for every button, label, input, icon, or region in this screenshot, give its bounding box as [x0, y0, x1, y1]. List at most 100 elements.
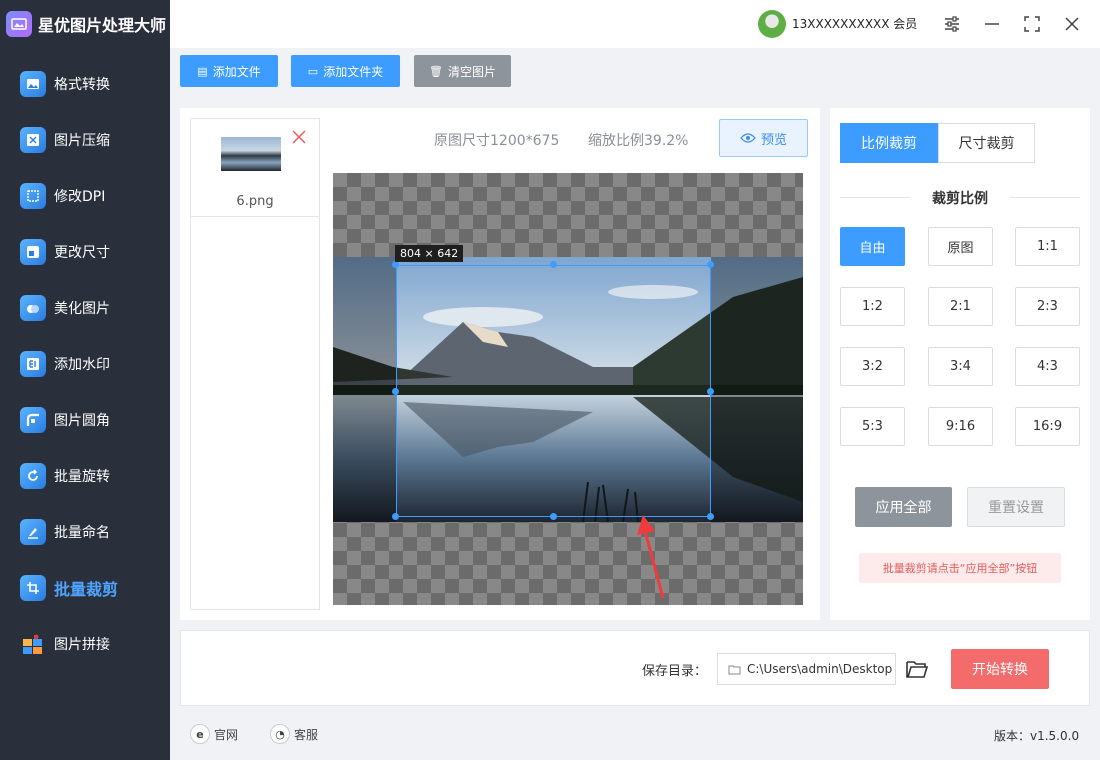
ratio-option-4-3[interactable]: 4:3 — [1015, 347, 1080, 386]
chat-icon: ◔ — [270, 724, 290, 744]
sidebar-item-label: 批量裁剪 — [54, 580, 119, 599]
ratio-option-original[interactable]: 原图 — [928, 227, 993, 266]
ratio-option-2-3[interactable]: 2:3 — [1015, 287, 1080, 326]
main-panel: 6.png 原图尺寸1200*675 缩放比例39.2% 预览 804 × 64… — [180, 108, 820, 620]
round-corner-icon — [20, 407, 46, 433]
crop-handle[interactable] — [550, 261, 557, 268]
tab-size-crop[interactable]: 尺寸裁剪 — [938, 123, 1035, 163]
crop-icon — [20, 575, 46, 601]
folder-icon: ▭ — [307, 64, 319, 78]
website-label: 官网 — [214, 727, 239, 742]
sidebar-item-label: 批量命名 — [54, 525, 110, 541]
open-folder-icon[interactable] — [905, 658, 929, 680]
list-item[interactable]: 6.png — [191, 119, 319, 217]
dpi-icon — [20, 183, 46, 209]
crop-size-label: 804 × 642 — [395, 245, 464, 262]
sidebar-item-label: 格式转换 — [54, 77, 110, 93]
crop-handle[interactable] — [707, 513, 714, 520]
add-folder-button[interactable]: ▭ 添加文件夹 — [291, 55, 400, 87]
support-link[interactable]: ◔ 客服 — [270, 724, 318, 744]
clear-images-button[interactable]: 🗑 清空图片 — [414, 55, 511, 87]
website-link[interactable]: e 官网 — [190, 724, 238, 744]
sidebar-item-compress[interactable]: 图片压缩 — [0, 112, 170, 168]
crop-box[interactable] — [396, 265, 711, 517]
title-bar: 13XXXXXXXXXX 会员 — [170, 0, 1100, 48]
ratio-option-9-16[interactable]: 9:16 — [928, 407, 993, 446]
compress-icon — [20, 127, 46, 153]
close-icon — [1065, 17, 1079, 31]
ratio-option-free[interactable]: 自由 — [840, 227, 905, 266]
folder-outline-icon — [728, 665, 741, 674]
avatar[interactable] — [758, 10, 786, 38]
apply-all-button[interactable]: 应用全部 — [855, 487, 952, 527]
image-convert-icon — [20, 71, 46, 97]
add-folder-label: 添加文件夹 — [323, 64, 384, 79]
ratio-option-16-9[interactable]: 16:9 — [1015, 407, 1080, 446]
minimize-icon — [985, 23, 999, 25]
sidebar-item-rotate[interactable]: 批量旋转 — [0, 448, 170, 504]
reset-settings-button[interactable]: 重置设置 — [967, 487, 1065, 527]
sidebar-item-batch-crop[interactable]: 批量裁剪 — [0, 560, 170, 616]
crop-handle[interactable] — [707, 388, 714, 395]
crop-handle[interactable] — [392, 513, 399, 520]
ratio-option-3-4[interactable]: 3:4 — [928, 347, 993, 386]
crop-canvas[interactable]: 804 × 642 — [333, 173, 803, 605]
crop-handle[interactable] — [707, 261, 714, 268]
sidebar-item-label: 图片拼接 — [54, 637, 110, 653]
file-thumbnail — [221, 137, 281, 171]
zoom-ratio-text: 缩放比例39.2% — [588, 133, 689, 149]
file-list: 6.png — [190, 118, 320, 610]
save-dir-value: C:\Users\admin\Desktop — [747, 662, 893, 676]
crop-mask-right — [711, 257, 803, 522]
sidebar-item-label: 图片圆角 — [54, 413, 110, 429]
sliders-icon — [945, 16, 959, 32]
ratio-option-3-2[interactable]: 3:2 — [840, 347, 905, 386]
ratio-option-1-2[interactable]: 1:2 — [840, 287, 905, 326]
sidebar-item-format-convert[interactable]: 格式转换 — [0, 56, 170, 112]
toolbar: ▤ 添加文件 ▭ 添加文件夹 🗑 清空图片 — [170, 48, 1100, 98]
sidebar-item-label: 图片压缩 — [54, 133, 110, 149]
sidebar-item-resize[interactable]: 更改尺寸 — [0, 224, 170, 280]
minimize-button[interactable] — [980, 12, 1004, 36]
stitch-icon — [20, 631, 46, 657]
crop-handle[interactable] — [550, 513, 557, 520]
ratio-option-5-3[interactable]: 5:3 — [840, 407, 905, 446]
crop-handle[interactable] — [392, 388, 399, 395]
save-dir-field[interactable]: C:\Users\admin\Desktop — [717, 653, 896, 685]
resize-icon — [20, 239, 46, 265]
settings-button[interactable] — [940, 12, 964, 36]
sidebar-item-beautify[interactable]: 美化图片 — [0, 280, 170, 336]
file-icon: ▤ — [197, 64, 208, 78]
app-window: 星优图片处理大师 格式转换 图片压缩 修改DPI 更改尺寸 美化图片 添加水印 … — [0, 0, 1100, 760]
ie-icon: e — [190, 724, 210, 744]
crop-settings-panel: 比例裁剪 尺寸裁剪 裁剪比例 自由 原图 1:1 1:2 2:1 2:3 3:2… — [830, 108, 1090, 620]
sidebar-item-watermark[interactable]: 添加水印 — [0, 336, 170, 392]
sidebar-item-dpi[interactable]: 修改DPI — [0, 168, 170, 224]
app-title: 星优图片处理大师 — [38, 16, 167, 35]
sidebar-item-round-corner[interactable]: 图片圆角 — [0, 392, 170, 448]
crop-handle[interactable] — [392, 261, 399, 268]
beautify-icon — [20, 295, 46, 321]
output-bar: 保存目录： C:\Users\admin\Desktop 开始转换 — [180, 630, 1090, 706]
clear-images-label: 清空图片 — [447, 64, 496, 79]
version-text: 版本：v1.5.0.0 — [994, 729, 1080, 743]
delete-icon[interactable] — [291, 129, 307, 145]
close-button[interactable] — [1060, 12, 1084, 36]
rotate-icon — [20, 463, 46, 489]
support-label: 客服 — [294, 727, 319, 742]
watermark-icon — [20, 351, 46, 377]
sidebar-item-rename[interactable]: 批量命名 — [0, 504, 170, 560]
tab-ratio-crop[interactable]: 比例裁剪 — [840, 123, 938, 163]
start-convert-button[interactable]: 开始转换 — [951, 649, 1049, 689]
maximize-button[interactable] — [1020, 12, 1044, 36]
user-name[interactable]: 13XXXXXXXXXX 会员 — [792, 15, 922, 33]
section-title: 裁剪比例 — [840, 188, 1080, 208]
preview-button[interactable]: 预览 — [719, 119, 808, 157]
sidebar-item-stitch[interactable]: 图片拼接 — [0, 616, 170, 672]
add-file-button[interactable]: ▤ 添加文件 — [180, 55, 278, 87]
ratio-option-1-1[interactable]: 1:1 — [1015, 227, 1080, 266]
rename-icon — [20, 519, 46, 545]
crop-mask-left — [333, 257, 396, 522]
save-dir-label: 保存目录： — [642, 664, 708, 679]
ratio-option-2-1[interactable]: 2:1 — [928, 287, 993, 326]
